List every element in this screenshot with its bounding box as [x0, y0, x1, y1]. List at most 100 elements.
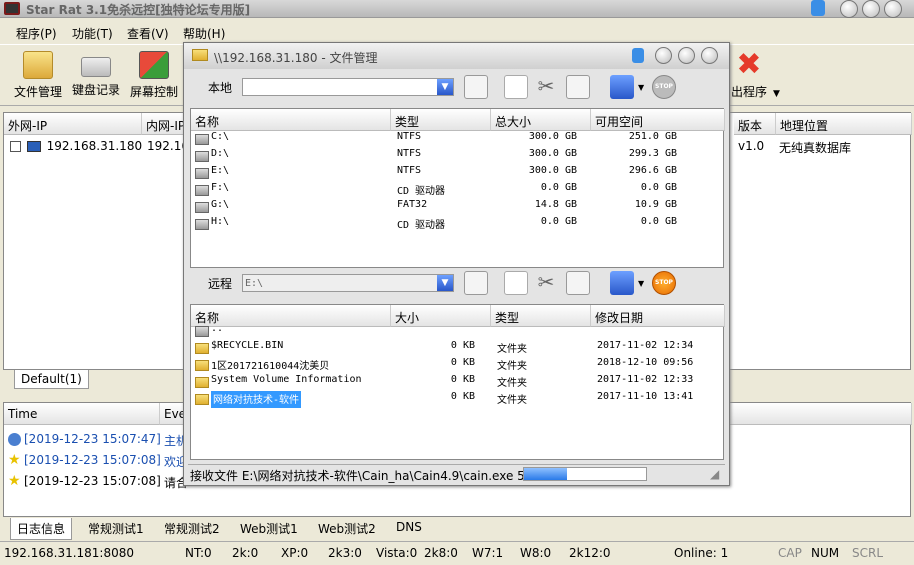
status-w7: W7:1 — [472, 546, 504, 560]
tab-dns[interactable]: DNS — [390, 518, 428, 536]
tab-web2[interactable]: Web测试2 — [312, 518, 382, 539]
dialog-title-bar: \\192.168.31.180 - 文件管理 — [184, 43, 729, 69]
host-checkbox[interactable] — [10, 141, 21, 152]
status-num: NUM — [811, 546, 840, 560]
log-row[interactable]: ★ [2019-12-23 15:07:08] — [8, 453, 161, 470]
tab-default[interactable]: Default(1) — [14, 370, 89, 389]
file-type: 文件夹 — [497, 378, 527, 389]
minimize-button[interactable] — [840, 0, 858, 18]
host-row[interactable]: 192.168.31.180 — [10, 139, 142, 156]
status-2k12: 2k12:0 — [569, 546, 611, 560]
col-location[interactable]: 地理位置 — [776, 113, 912, 135]
screen-control-button[interactable]: 屏幕控制 — [124, 47, 184, 100]
delete-icon[interactable]: ✂ — [534, 75, 558, 99]
drive-name: H:\ — [211, 216, 230, 227]
resize-grip-icon[interactable]: ◢ — [710, 467, 719, 481]
keyboard-icon — [81, 57, 111, 77]
drive-type: CD 驱动器 — [397, 186, 446, 197]
computer-icon — [26, 141, 41, 152]
local-drive-list: 名称 类型 总大小 可用空间 C:\ NTFS 300.0 GB 251.0 GB D:… — [190, 108, 725, 268]
up-folder-button[interactable] — [464, 75, 488, 99]
chevron-down-icon[interactable]: ▼ — [638, 279, 644, 288]
log-row[interactable]: ★ [2019-12-23 15:07:08] — [8, 474, 161, 491]
log-row[interactable]: [2019-12-23 15:07:47] — [8, 432, 161, 449]
status-address: 192.168.31.181:8080 — [4, 546, 135, 560]
new-folder-button[interactable] — [566, 271, 590, 295]
file-name[interactable]: .. — [211, 323, 223, 340]
file-size: 0 KB — [450, 374, 475, 385]
view-grid-icon[interactable] — [610, 75, 634, 99]
col-type[interactable]: 类型 — [391, 109, 491, 131]
users-icon — [8, 433, 21, 446]
maximize-button[interactable] — [862, 0, 880, 18]
menu-help[interactable]: 帮助(H) — [183, 25, 225, 42]
file-name[interactable]: System Volume Information — [211, 374, 362, 391]
drive-free: 251.0 GB — [628, 131, 677, 142]
status-online: Online: 1 — [674, 546, 729, 560]
tab-test1[interactable]: 常规测试1 — [82, 518, 150, 539]
drive-free: 0.0 GB — [640, 182, 677, 193]
pin-icon[interactable] — [811, 0, 825, 16]
tab-test2[interactable]: 常规测试2 — [158, 518, 226, 539]
file-modified: 2017-11-02 12:33 — [597, 374, 694, 385]
file-name[interactable]: $RECYCLE.BIN — [211, 340, 283, 357]
menu-view[interactable]: 查看(V) — [127, 25, 169, 42]
new-file-button[interactable] — [504, 75, 528, 99]
host-version: v1.0 — [738, 139, 765, 153]
col-name[interactable]: 名称 — [191, 109, 391, 131]
file-size: 0 KB — [450, 391, 475, 402]
close-button[interactable] — [884, 0, 902, 18]
drive-name: F:\ — [211, 182, 230, 193]
folder-icon — [195, 360, 209, 371]
chevron-down-icon[interactable]: ▼ — [638, 83, 644, 92]
file-manager-button[interactable]: 文件管理 — [8, 47, 68, 100]
host-location: 无纯真数据库 — [779, 141, 852, 155]
col-version[interactable]: 版本 — [734, 113, 776, 135]
new-folder-button[interactable] — [566, 75, 590, 99]
col-time[interactable]: Time — [4, 403, 160, 425]
delete-icon[interactable]: ✂ — [534, 271, 558, 295]
dialog-minimize-button[interactable] — [655, 47, 672, 64]
tab-log[interactable]: 日志信息 — [10, 518, 73, 540]
new-file-button[interactable] — [504, 271, 528, 295]
menu-program[interactable]: 程序(P) — [16, 25, 57, 42]
file-modified: 2017-11-02 12:34 — [597, 340, 694, 351]
drive-free: 299.3 GB — [628, 148, 677, 159]
dialog-close-button[interactable] — [701, 47, 718, 64]
drive-free: 10.9 GB — [634, 199, 677, 210]
col-free[interactable]: 可用空间 — [591, 109, 725, 131]
drive-icon — [195, 185, 209, 196]
exit-button[interactable]: ✖ 出程序 — [724, 47, 774, 100]
exit-label: 出程序 — [730, 85, 767, 99]
dialog-title: \\192.168.31.180 - 文件管理 — [214, 51, 378, 65]
log-time: [2019-12-23 15:07:08] — [24, 474, 161, 488]
folder-icon — [195, 343, 209, 354]
menu-function[interactable]: 功能(T) — [72, 25, 113, 42]
status-2k3: 2k3:0 — [328, 546, 362, 560]
col-modified[interactable]: 修改日期 — [591, 305, 725, 327]
drive-name: E:\ — [211, 165, 230, 176]
col-wan-ip[interactable]: 外网-IP — [4, 113, 142, 135]
tab-web1[interactable]: Web测试1 — [234, 518, 304, 539]
file-name[interactable]: 1区201721610044沈美贝 — [211, 357, 329, 374]
dialog-maximize-button[interactable] — [678, 47, 695, 64]
stop-button[interactable]: STOP — [652, 75, 676, 99]
view-grid-icon[interactable] — [610, 271, 634, 295]
file-manager-label: 文件管理 — [13, 85, 62, 99]
col-total[interactable]: 总大小 — [491, 109, 591, 131]
local-path-combo[interactable]: ▼ — [242, 78, 454, 96]
chevron-down-icon[interactable]: ▼ — [437, 79, 453, 95]
keylogger-button[interactable]: 键盘记录 — [66, 47, 126, 98]
drive-icon — [195, 168, 209, 179]
drive-icon — [195, 151, 209, 162]
col-type[interactable]: 类型 — [491, 305, 591, 327]
remote-path-combo[interactable]: E:\ ▼ — [242, 274, 454, 292]
status-caps: CAP — [778, 546, 802, 560]
up-folder-button[interactable] — [464, 271, 488, 295]
drive-total: 0.0 GB — [540, 182, 577, 193]
chevron-down-icon[interactable]: ▼ — [773, 89, 780, 99]
stop-button[interactable]: STOP — [652, 271, 676, 295]
chevron-down-icon[interactable]: ▼ — [437, 275, 453, 291]
pin-icon[interactable] — [632, 48, 644, 63]
file-name[interactable]: 网络对抗技术-软件 — [211, 391, 302, 408]
